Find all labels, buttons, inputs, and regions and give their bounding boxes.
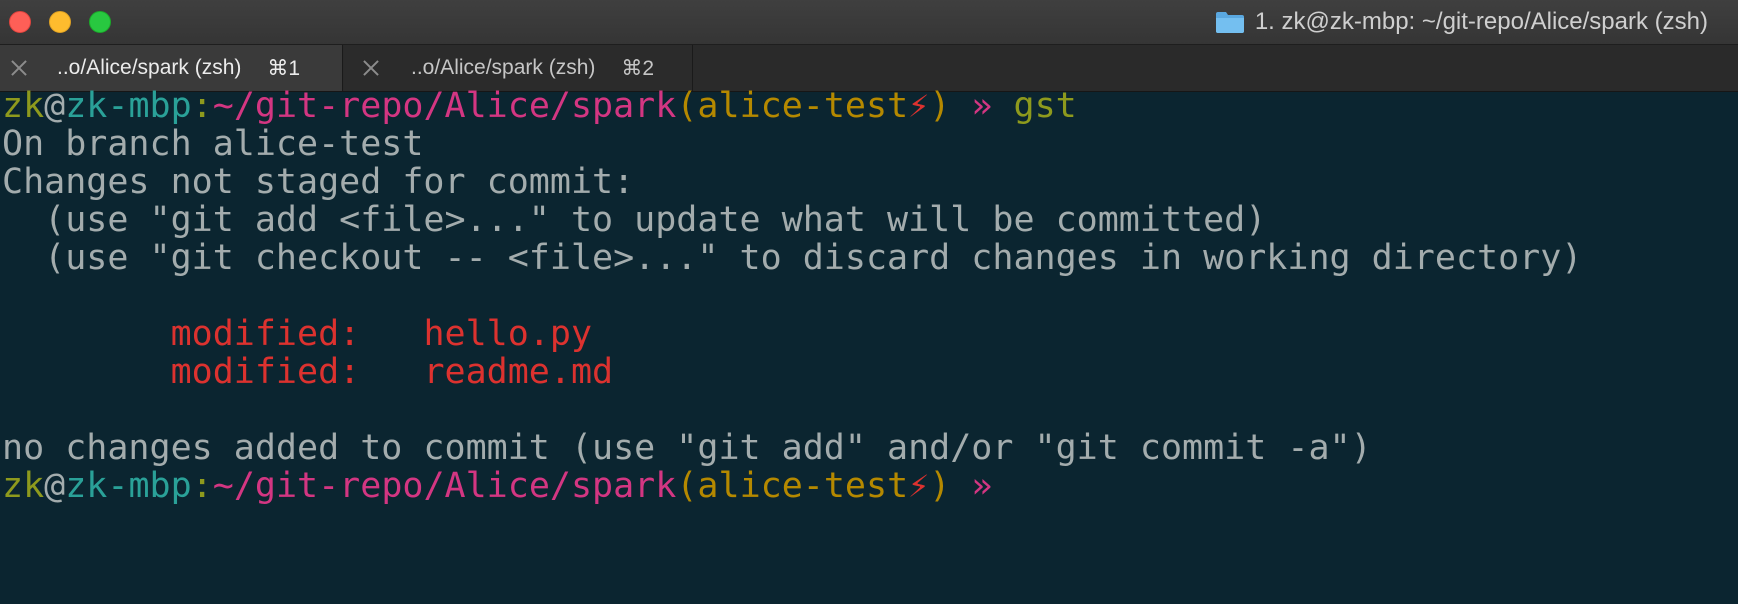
zoom-window-button[interactable]	[89, 11, 111, 33]
modified-filename: hello.py	[423, 314, 593, 354]
prompt-user: zk	[2, 466, 45, 506]
window-title-group: 1. zk@zk-mbp: ~/git-repo/Alice/spark (zs…	[1215, 0, 1708, 44]
prompt-at: @	[44, 86, 66, 126]
close-tab-icon[interactable]	[9, 58, 29, 78]
prompt-branch: alice-test	[697, 86, 909, 126]
terminal-output[interactable]: zk@zk-mbp:~/git-repo/Alice/spark(alice-t…	[0, 86, 1738, 604]
terminal-window: 1. zk@zk-mbp: ~/git-repo/Alice/spark (zs…	[0, 0, 1738, 604]
dirty-bolt-icon: ⚡	[908, 466, 930, 506]
output-summary: no changes added to commit (use "git add…	[2, 428, 1372, 468]
output-hint-add: (use "git add <file>..." to update what …	[2, 200, 1267, 240]
modified-file-line: modified: readme.md	[2, 351, 614, 393]
output-hint-checkout: (use "git checkout -- <file>..." to disc…	[2, 238, 1583, 278]
prompt-branch: alice-test	[697, 466, 909, 506]
prompt-host: zk-mbp	[65, 86, 192, 126]
folder-icon	[1215, 12, 1244, 33]
prompt-line: zk@zk-mbp:~/git-repo/Alice/spark(alice-t…	[2, 85, 1077, 127]
close-window-button[interactable]	[9, 11, 31, 33]
output-branch-line: On branch alice-test	[2, 124, 424, 164]
window-title: 1. zk@zk-mbp: ~/git-repo/Alice/spark (zs…	[1254, 8, 1708, 35]
tab-shortcut: ⌘2	[621, 56, 655, 80]
prompt-arrow: »	[950, 466, 1014, 506]
modified-filename: readme.md	[423, 352, 614, 392]
title-bar: 1. zk@zk-mbp: ~/git-repo/Alice/spark (zs…	[0, 0, 1738, 45]
output-changes-header: Changes not staged for commit:	[2, 162, 635, 202]
prompt-arrow: »	[950, 86, 1014, 126]
prompt-line: zk@zk-mbp:~/git-repo/Alice/spark(alice-t…	[2, 465, 1014, 507]
prompt-at: @	[44, 466, 66, 506]
tab-shortcut: ⌘1	[267, 56, 301, 80]
prompt-close-paren: )	[929, 86, 951, 126]
modified-status: modified:	[2, 314, 424, 354]
modified-file-line: modified: hello.py	[2, 313, 592, 355]
prompt-colon: :	[191, 86, 213, 126]
prompt-colon: :	[191, 466, 213, 506]
tab-label: ..o/Alice/spark (zsh)	[57, 56, 242, 79]
prompt-path: ~/git-repo/Alice/spark	[212, 466, 677, 506]
dirty-bolt-icon: ⚡	[908, 86, 930, 126]
prompt-host: zk-mbp	[65, 466, 192, 506]
close-tab-icon[interactable]	[361, 58, 381, 78]
prompt-path: ~/git-repo/Alice/spark	[212, 86, 677, 126]
prompt-user: zk	[2, 86, 45, 126]
tab-label: ..o/Alice/spark (zsh)	[411, 56, 596, 79]
prompt-open-paren: (	[676, 86, 698, 126]
command-text: gst	[1013, 86, 1077, 126]
modified-status: modified:	[2, 352, 424, 392]
prompt-open-paren: (	[676, 466, 698, 506]
prompt-close-paren: )	[929, 466, 951, 506]
minimize-window-button[interactable]	[49, 11, 71, 33]
